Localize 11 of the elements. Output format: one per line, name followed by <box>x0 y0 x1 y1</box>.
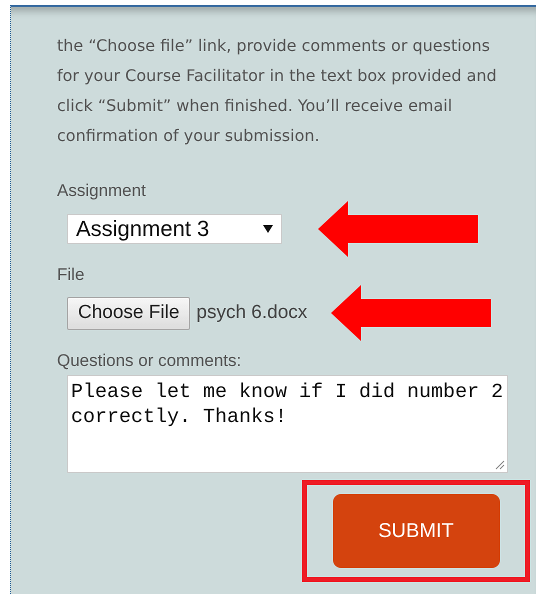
choose-file-button[interactable]: Choose File <box>67 296 190 330</box>
resize-grip-icon <box>495 460 505 470</box>
submit-button[interactable]: SUBMIT <box>332 494 500 568</box>
assignment-dropdown[interactable]: Assignment 3 <box>67 214 282 244</box>
file-name: psych 6.docx <box>196 302 308 324</box>
file-label: File <box>57 265 86 285</box>
assignment-label: Assignment <box>57 181 147 201</box>
comments-field[interactable]: Please let me know if I did number 2 correctly. Thanks! <box>67 375 508 473</box>
instructions-text: the “Choose file” link, provide comments or questions for your Course Facilitator in the text box provided and click “Submit” when finished. You’ll receive email confirmation of your submission. <box>57 35 498 147</box>
caret-icon <box>263 225 273 233</box>
comments-label: Questions or comments: <box>57 351 242 371</box>
